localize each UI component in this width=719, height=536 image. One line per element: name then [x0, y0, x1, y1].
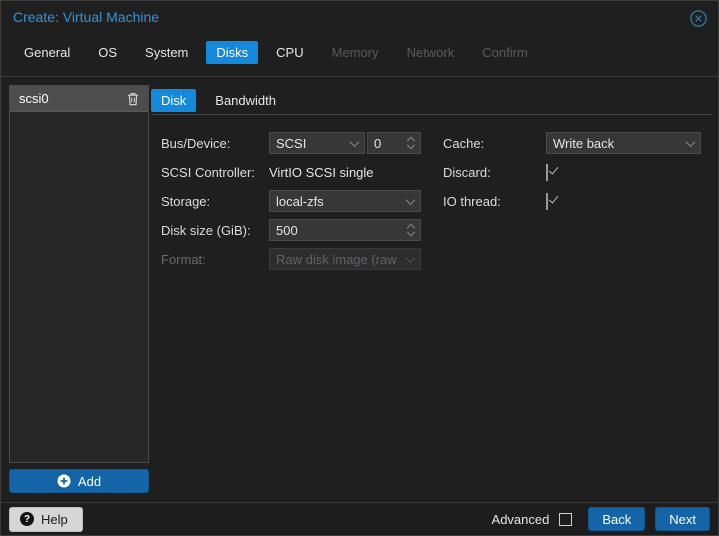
chevron-down-icon	[405, 252, 416, 263]
disk-size-spinner[interactable]: 500	[269, 219, 421, 241]
add-button-label: Add	[77, 473, 102, 489]
bus-number-spinner[interactable]: 0	[367, 132, 421, 154]
advanced-checkbox[interactable]	[559, 512, 573, 526]
plus-circle-icon	[57, 474, 71, 488]
add-disk-button[interactable]: Add	[9, 469, 149, 493]
io-thread-label: IO thread:	[443, 193, 501, 209]
disk-size-value: 500	[276, 222, 298, 238]
disk-size-label: Disk size (GiB):	[161, 222, 251, 238]
chevron-down-icon	[685, 136, 696, 147]
cache-label: Cache:	[443, 135, 485, 151]
storage-value: local-zfs	[276, 193, 324, 209]
tab-network: Network	[406, 45, 455, 60]
footer-bar: ? Help Advanced Back Next	[1, 502, 718, 535]
tab-disks[interactable]: Disks	[206, 41, 259, 64]
next-button-label: Next	[669, 511, 696, 527]
discard-label: Discard:	[443, 164, 491, 180]
scsi-controller-label: SCSI Controller:	[161, 164, 255, 180]
header-divider	[1, 76, 718, 77]
chevron-down-icon	[405, 194, 416, 205]
disk-panel-tab-bar: Disk Bandwidth	[151, 89, 286, 112]
storage-select[interactable]: local-zfs	[269, 190, 421, 212]
chevron-down-icon	[349, 136, 360, 147]
title-bar: Create: Virtual Machine	[1, 1, 718, 33]
io-thread-checkbox[interactable]	[546, 192, 548, 210]
back-button-label: Back	[602, 511, 632, 527]
wizard-tab-bar: General OS System Disks CPU Memory Netwo…	[14, 41, 538, 64]
format-value: Raw disk image (raw	[276, 251, 397, 267]
disk-list-item-scsi0[interactable]: scsi0	[10, 86, 148, 112]
tab-disk[interactable]: Disk	[151, 89, 197, 112]
help-button[interactable]: ? Help	[9, 506, 83, 532]
tab-bandwidth[interactable]: Bandwidth	[205, 89, 286, 112]
back-button[interactable]: Back	[588, 507, 646, 531]
trash-icon[interactable]	[127, 92, 139, 106]
help-button-label: Help	[41, 511, 68, 527]
tab-cpu[interactable]: CPU	[266, 41, 313, 64]
question-circle-icon: ?	[20, 512, 34, 526]
tab-os[interactable]: OS	[88, 41, 127, 64]
format-label: Format:	[161, 251, 206, 267]
disk-list: scsi0	[9, 85, 149, 463]
scsi-controller-value: VirtIO SCSI single	[269, 164, 374, 180]
bus-type-select[interactable]: SCSI	[269, 132, 365, 154]
spinner-arrows-icon[interactable]	[404, 222, 416, 238]
next-button[interactable]: Next	[655, 507, 710, 531]
spinner-arrows-icon[interactable]	[404, 135, 416, 151]
disk-form: Bus/Device: SCSI 0 Cache: Write back SCS…	[161, 132, 701, 270]
tab-general[interactable]: General	[14, 41, 80, 64]
cache-select[interactable]: Write back	[546, 132, 701, 154]
dialog-title: Create: Virtual Machine	[13, 9, 160, 25]
bus-number-value: 0	[374, 135, 382, 151]
cache-value: Write back	[553, 135, 615, 151]
advanced-label: Advanced	[491, 511, 550, 527]
format-select: Raw disk image (raw	[269, 248, 421, 270]
panel-divider	[151, 114, 712, 115]
storage-label: Storage:	[161, 193, 211, 209]
disk-item-label: scsi0	[19, 91, 49, 106]
bus-device-label: Bus/Device:	[161, 135, 231, 151]
tab-memory: Memory	[331, 45, 379, 60]
tab-system[interactable]: System	[135, 41, 198, 64]
close-icon[interactable]	[690, 10, 707, 27]
bus-type-value: SCSI	[276, 135, 307, 151]
discard-checkbox[interactable]	[546, 163, 548, 181]
create-vm-dialog: Create: Virtual Machine General OS Syste…	[0, 0, 719, 536]
tab-confirm: Confirm	[482, 45, 528, 60]
